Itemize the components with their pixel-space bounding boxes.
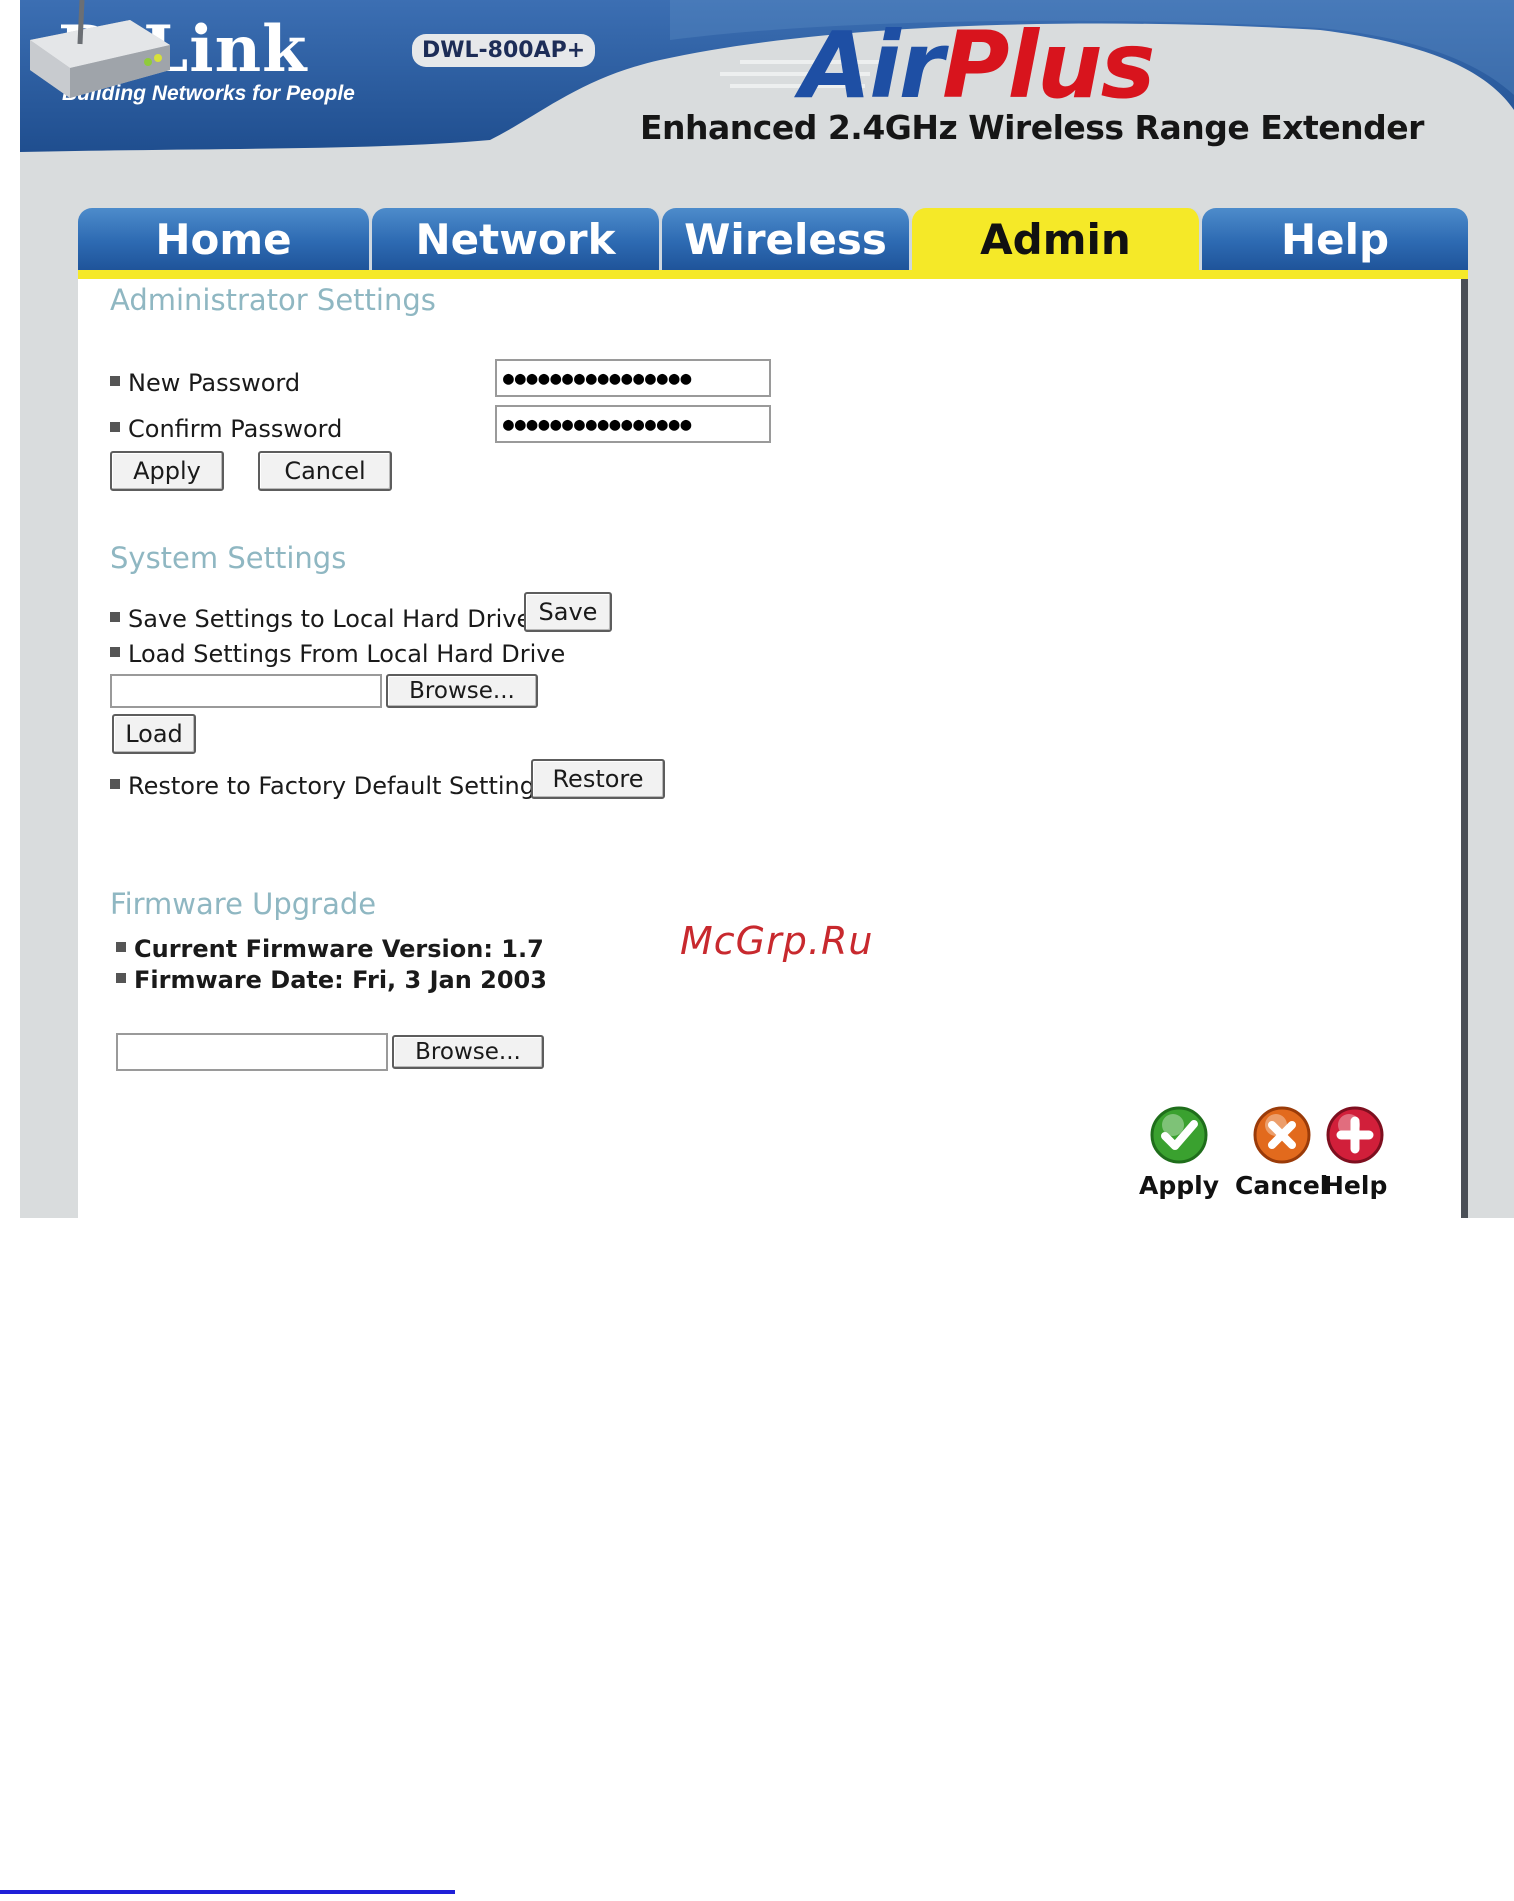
save-settings-button[interactable]: Save (524, 592, 612, 632)
bullet-icon (110, 376, 120, 386)
firmware-date-text: Firmware Date: Fri, 3 Jan 2003 (134, 966, 547, 994)
footer-apply-label: Apply (1139, 1171, 1220, 1200)
product-name-plus: Plus (942, 12, 1155, 119)
firmware-browse-button[interactable]: Browse... (392, 1035, 544, 1069)
device-image-icon (30, 0, 170, 98)
section-title-firmware: Firmware Upgrade (110, 887, 377, 921)
restore-defaults-label-text: Restore to Factory Default Settings (128, 772, 548, 800)
footer-link-underline (0, 1890, 455, 1894)
load-settings-label: Load Settings From Local Hard Drive (110, 640, 565, 668)
tab-admin[interactable]: Admin (912, 208, 1202, 270)
bullet-icon (110, 612, 120, 622)
new-password-input[interactable] (495, 359, 771, 397)
bullet-icon (116, 942, 126, 952)
load-settings-file-input[interactable] (110, 674, 382, 708)
cancel-x-icon (1253, 1106, 1311, 1164)
footer-help-button[interactable]: Help (1323, 1105, 1387, 1200)
bullet-icon (116, 973, 126, 983)
section-title-admin: Administrator Settings (110, 283, 436, 317)
watermark: McGrp.Ru (680, 919, 874, 963)
product-name-air: Air (800, 12, 944, 119)
load-settings-browse-button[interactable]: Browse... (386, 674, 538, 708)
router-admin-screenshot: D-Link Building Networks for People DWL-… (20, 0, 1514, 1218)
product-subtitle: Enhanced 2.4GHz Wireless Range Extender (640, 108, 1424, 147)
tab-wireless[interactable]: Wireless (662, 208, 912, 270)
confirm-password-label: Confirm Password (110, 415, 342, 443)
model-badge: DWL-800AP+ (412, 34, 596, 67)
checkmark-icon (1150, 1106, 1208, 1164)
footer-cancel-label: Cancel (1235, 1171, 1329, 1200)
save-settings-label-text: Save Settings to Local Hard Drive (128, 605, 532, 633)
footer-cancel-button[interactable]: Cancel (1235, 1105, 1328, 1200)
load-settings-button[interactable]: Load (112, 714, 196, 754)
confirm-password-label-text: Confirm Password (128, 415, 343, 443)
new-password-label: New Password (110, 369, 300, 397)
tab-underline (78, 270, 1468, 279)
tab-network[interactable]: Network (372, 208, 662, 270)
bullet-icon (110, 422, 120, 432)
firmware-file-input[interactable] (116, 1033, 388, 1071)
new-password-label-text: New Password (128, 369, 301, 397)
firmware-version-text: Current Firmware Version: 1.7 (134, 935, 544, 963)
load-settings-label-text: Load Settings From Local Hard Drive (128, 640, 566, 668)
admin-apply-button[interactable]: Apply (110, 451, 224, 491)
confirm-password-input[interactable] (495, 405, 771, 443)
plus-help-icon (1326, 1106, 1384, 1164)
save-settings-label: Save Settings to Local Hard Drive (110, 605, 531, 633)
tab-help[interactable]: Help (1202, 208, 1468, 270)
firmware-date: Firmware Date: Fri, 3 Jan 2003 (116, 966, 547, 994)
restore-defaults-button[interactable]: Restore (531, 759, 665, 799)
footer-apply-button[interactable]: Apply (1139, 1105, 1219, 1200)
restore-defaults-label: Restore to Factory Default Settings (110, 772, 547, 800)
section-title-system: System Settings (110, 541, 347, 575)
main-tabs: Home Network Wireless Admin Help (78, 208, 1468, 270)
content-panel: Administrator Settings New Password Conf… (78, 279, 1468, 1218)
product-name: AirPlus (800, 20, 1155, 112)
firmware-version: Current Firmware Version: 1.7 (116, 935, 544, 963)
header-banner: D-Link Building Networks for People DWL-… (20, 0, 1514, 175)
footer-help-label: Help (1323, 1171, 1388, 1200)
bullet-icon (110, 647, 120, 657)
admin-cancel-button[interactable]: Cancel (258, 451, 392, 491)
tab-home[interactable]: Home (78, 208, 372, 270)
bullet-icon (110, 779, 120, 789)
